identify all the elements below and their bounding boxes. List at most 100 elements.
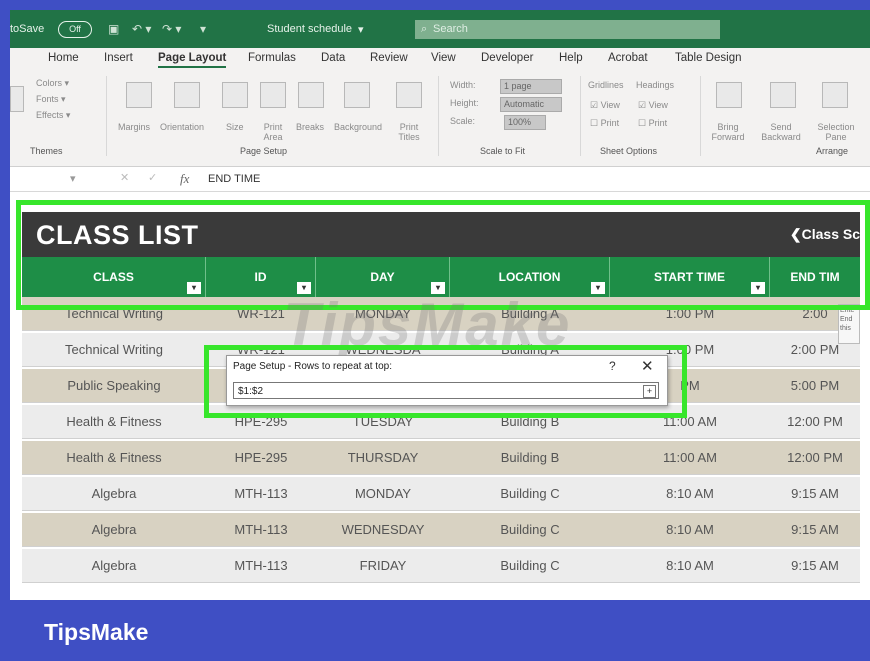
themes-icon[interactable] xyxy=(10,86,24,112)
cell-start-time[interactable]: 8:10 AM xyxy=(610,477,770,511)
themes-group-label: Themes xyxy=(30,146,63,156)
tab-developer[interactable]: Developer xyxy=(481,52,533,64)
expand-dialog-icon[interactable]: + xyxy=(643,385,656,398)
autosave-toggle[interactable]: Off xyxy=(58,21,92,38)
bring-forward-button[interactable]: Bring Forward xyxy=(706,122,750,142)
search-input[interactable]: ⌕ Search xyxy=(415,20,720,39)
tab-view[interactable]: View xyxy=(431,52,456,64)
tab-formulas[interactable]: Formulas xyxy=(248,52,296,64)
insert-function-icon[interactable]: fx xyxy=(180,171,189,187)
width-select[interactable]: 1 page xyxy=(500,79,562,94)
headings-print-checkbox[interactable]: ☐ Print xyxy=(638,118,667,129)
cell-id[interactable]: HPE-295 xyxy=(206,441,316,475)
background-icon[interactable] xyxy=(344,82,370,108)
cell-start-time[interactable]: 8:10 AM xyxy=(610,513,770,547)
cell-end-time[interactable]: 12:00 PM xyxy=(770,441,860,475)
gridlines-view-checkbox[interactable]: ☑ View xyxy=(590,100,620,111)
headings-view-checkbox[interactable]: ☑ View xyxy=(638,100,668,111)
chevron-down-icon[interactable]: ▾ xyxy=(358,23,364,36)
document-title[interactable]: Student schedule xyxy=(267,23,352,35)
tab-home[interactable]: Home xyxy=(48,52,79,64)
cell-class[interactable]: Health & Fitness xyxy=(22,441,206,475)
orientation-button[interactable]: Orientation xyxy=(160,122,204,132)
cell-class[interactable]: Public Speaking xyxy=(22,369,206,403)
cell-end-time[interactable]: 12:00 PM xyxy=(770,405,860,439)
cell-start-time[interactable]: 11:00 AM xyxy=(610,441,770,475)
ribbon-separator xyxy=(106,76,107,156)
bring-forward-icon[interactable] xyxy=(716,82,742,108)
cell-start-time[interactable]: 8:10 AM xyxy=(610,549,770,583)
ribbon-tabs: Home Insert Page Layout Formulas Data Re… xyxy=(10,52,870,72)
cell-class[interactable]: Health & Fitness xyxy=(22,405,206,439)
rows-to-repeat-value: $1:$2 xyxy=(238,386,264,397)
cell-end-time[interactable]: 9:15 AM xyxy=(770,513,860,547)
send-backward-button[interactable]: Send Backward xyxy=(756,122,806,142)
selection-pane-button[interactable]: Selection Pane xyxy=(816,122,856,142)
gridlines-print-checkbox[interactable]: ☐ Print xyxy=(590,118,619,129)
table-row[interactable]: Algebra MTH-113 MONDAY Building C 8:10 AM 9:1… xyxy=(22,477,860,511)
formula-input[interactable]: END TIME xyxy=(208,173,260,185)
cell-id[interactable]: MTH-113 xyxy=(206,549,316,583)
cell-location[interactable]: Building C xyxy=(450,549,610,583)
table-row[interactable]: Algebra MTH-113 FRIDAY Building C 8:10 AM 9:1… xyxy=(22,549,860,583)
cell-end-time[interactable]: 9:15 AM xyxy=(770,549,860,583)
cancel-icon[interactable]: ✕ xyxy=(120,171,129,184)
width-label: Width: xyxy=(450,80,476,90)
scale-stepper[interactable]: 100% xyxy=(504,115,546,130)
print-titles-button[interactable]: Print Titles xyxy=(394,122,424,142)
cell-class[interactable]: Algebra xyxy=(22,513,206,547)
table-row[interactable]: Algebra MTH-113 WEDNESDAY Building C 8:10 AM… xyxy=(22,513,860,547)
colors-button[interactable]: Colors ▾ xyxy=(36,78,69,89)
background-button[interactable]: Background xyxy=(334,122,382,132)
print-titles-icon[interactable] xyxy=(396,82,422,108)
cell-day[interactable]: FRIDAY xyxy=(316,549,450,583)
tab-page-layout[interactable]: Page Layout xyxy=(158,52,227,68)
fonts-button[interactable]: Fonts ▾ xyxy=(36,94,66,105)
enter-icon[interactable]: ✓ xyxy=(148,171,157,184)
margins-button[interactable]: Margins xyxy=(118,122,150,132)
cell-location[interactable]: Building B xyxy=(450,441,610,475)
table-row[interactable]: Health & Fitness HPE-295 THURSDAY Building … xyxy=(22,441,860,475)
help-icon[interactable]: ? xyxy=(609,359,616,373)
selection-pane-icon[interactable] xyxy=(822,82,848,108)
customize-icon[interactable]: ▾ xyxy=(200,22,206,36)
size-icon[interactable] xyxy=(222,82,248,108)
effects-button[interactable]: Effects ▾ xyxy=(36,110,70,121)
cell-end-time[interactable]: 5:00 PM xyxy=(770,369,860,403)
print-area-icon[interactable] xyxy=(260,82,286,108)
cell-end-time[interactable]: 9:15 AM xyxy=(770,477,860,511)
tab-table-design[interactable]: Table Design xyxy=(675,52,741,64)
name-box-dropdown-icon[interactable]: ▾ xyxy=(70,172,76,185)
print-area-button[interactable]: Print Area xyxy=(258,122,288,142)
cell-id[interactable]: MTH-113 xyxy=(206,513,316,547)
cell-class[interactable]: Algebra xyxy=(22,477,206,511)
send-backward-icon[interactable] xyxy=(770,82,796,108)
cell-class[interactable]: Technical Writing xyxy=(22,333,206,367)
breaks-icon[interactable] xyxy=(298,82,324,108)
cell-location[interactable]: Building C xyxy=(450,513,610,547)
undo-icon[interactable]: ↶ ▾ xyxy=(132,22,151,36)
cell-day[interactable]: THURSDAY xyxy=(316,441,450,475)
margins-icon[interactable] xyxy=(126,82,152,108)
cell-day[interactable]: MONDAY xyxy=(316,477,450,511)
height-select[interactable]: Automatic xyxy=(500,97,562,112)
cell-day[interactable]: WEDNESDAY xyxy=(316,513,450,547)
tab-acrobat[interactable]: Acrobat xyxy=(608,52,648,64)
save-icon[interactable]: ▣ xyxy=(108,22,119,36)
tab-insert[interactable]: Insert xyxy=(104,52,133,64)
close-icon[interactable]: ✕ xyxy=(641,357,654,375)
cell-location[interactable]: Building C xyxy=(450,477,610,511)
tab-help[interactable]: Help xyxy=(559,52,583,64)
breaks-button[interactable]: Breaks xyxy=(296,122,324,132)
size-button[interactable]: Size xyxy=(226,122,244,132)
cell-comment-note: Ente End this xyxy=(838,304,860,344)
autosave-label: toSave xyxy=(10,23,45,35)
tab-data[interactable]: Data xyxy=(321,52,345,64)
search-placeholder: Search xyxy=(433,23,468,35)
orientation-icon[interactable] xyxy=(174,82,200,108)
redo-icon[interactable]: ↷ ▾ xyxy=(162,22,181,36)
tab-review[interactable]: Review xyxy=(370,52,408,64)
rows-to-repeat-input[interactable]: $1:$2 + xyxy=(233,382,659,399)
cell-id[interactable]: MTH-113 xyxy=(206,477,316,511)
cell-class[interactable]: Algebra xyxy=(22,549,206,583)
